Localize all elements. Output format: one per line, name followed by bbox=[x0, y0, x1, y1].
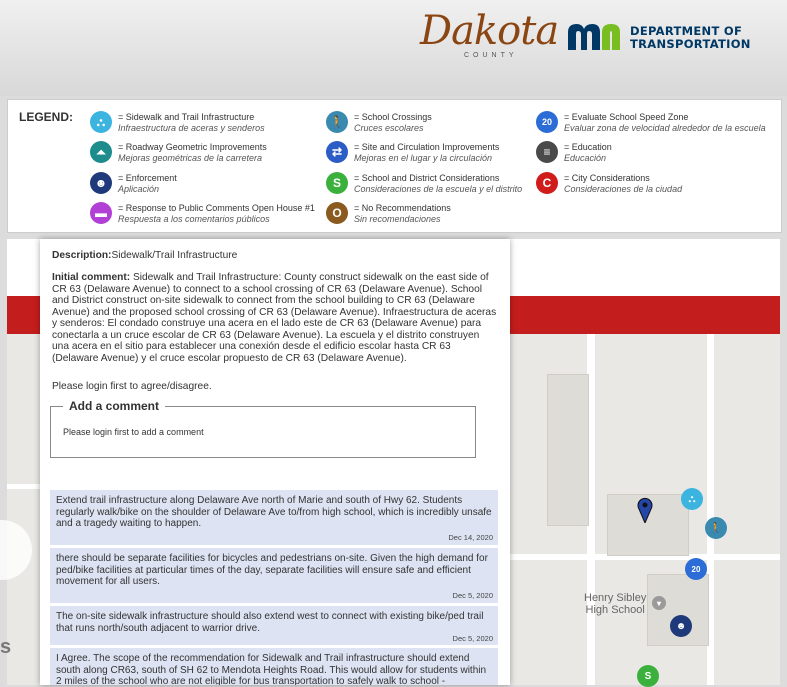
legend-label-en: = Sidewalk and Trail Infrastructure bbox=[118, 112, 255, 122]
dakota-county-logo: Dakota COUNTY bbox=[420, 8, 559, 59]
comment-date: Dec 14, 2020 bbox=[448, 533, 493, 542]
comment-date: Dec 5, 2020 bbox=[452, 591, 493, 600]
description-label: Description: bbox=[52, 250, 112, 261]
speed-20-icon: 20 bbox=[536, 111, 558, 133]
map-school-label: Henry Sibley High School bbox=[584, 592, 646, 616]
add-comment-title: Add a comment bbox=[63, 399, 166, 413]
legend-label-es: Respuesta a los comentarios públicos bbox=[118, 214, 270, 224]
legend-label-en: = Evaluate School Speed Zone bbox=[564, 112, 689, 122]
comment-item: Extend trail infrastructure along Delawa… bbox=[50, 490, 498, 545]
school-s-icon: S bbox=[326, 172, 348, 194]
legend-label-es: Consideraciones de la escuela y el distr… bbox=[354, 184, 523, 194]
mn-logo-icon bbox=[568, 24, 620, 50]
map-location-pin-icon[interactable] bbox=[637, 497, 653, 523]
legend-label-es: Mejoras geométricas de la carretera bbox=[118, 153, 263, 163]
add-comment-box: Add a comment Please login first to add … bbox=[50, 399, 476, 458]
sidewalk-trail-icon: ⛬ bbox=[90, 111, 112, 133]
mndot-line-2: TRANSPORTATION bbox=[630, 36, 751, 51]
header-bar: Dakota COUNTY DEPARTMENT OF TRANSPORTATI… bbox=[0, 0, 787, 96]
legend-label-en: = Site and Circulation Improvements bbox=[354, 142, 500, 152]
roadway-icon: ⏶ bbox=[90, 141, 112, 163]
comment-text: Extend trail infrastructure along Delawa… bbox=[56, 495, 492, 529]
legend-label-en: = Response to Public Comments Open House… bbox=[118, 203, 315, 213]
marker-sidewalk-trail-icon[interactable]: ⛬ bbox=[681, 488, 703, 510]
mndot-line-1: DEPARTMENT OF bbox=[630, 24, 743, 38]
legend-label-en: = City Considerations bbox=[564, 173, 650, 183]
map-edge-letter: s bbox=[0, 636, 12, 658]
legend-label-en: = Enforcement bbox=[118, 173, 177, 183]
map-building bbox=[547, 374, 589, 526]
comment-text: I Agree. The scope of the recommendation… bbox=[56, 653, 487, 685]
circulation-icon: ⇄ bbox=[326, 141, 348, 163]
comment-item: I Agree. The scope of the recommendation… bbox=[50, 648, 498, 685]
add-comment-login-text: Please login first to add a comment bbox=[63, 427, 204, 437]
police-icon: ☻ bbox=[90, 172, 112, 194]
mndot-logo: DEPARTMENT OF TRANSPORTATION bbox=[568, 24, 773, 52]
comment-item: The on-site sidewalk infrastructure shou… bbox=[50, 606, 498, 645]
legend-label-es: Educación bbox=[564, 153, 607, 163]
initial-comment-text: Sidewalk and Trail Infrastructure: Count… bbox=[52, 272, 497, 364]
legend-panel: LEGEND: ⛬ = Sidewalk and Trail Infrastru… bbox=[7, 99, 782, 233]
marker-speed-20-icon[interactable]: 20 bbox=[685, 558, 707, 580]
chat-bubble-icon: ▬ bbox=[90, 202, 112, 224]
dakota-logo-county: COUNTY bbox=[464, 52, 518, 59]
legend-label-es: Mejoras en el lugar y la circulación bbox=[354, 153, 493, 163]
mndot-dept-text: DEPARTMENT OF TRANSPORTATION bbox=[630, 25, 751, 50]
no-recommendation-icon: O bbox=[326, 202, 348, 224]
legend-label-es: Cruces escolares bbox=[354, 123, 424, 133]
legend-label-es: Aplicación bbox=[118, 184, 160, 194]
legend-label-en: = No Recommendations bbox=[354, 203, 451, 213]
legend-title: LEGEND: bbox=[19, 110, 73, 124]
map-school-label-line1: Henry Sibley bbox=[584, 592, 647, 604]
legend-label-en: = Education bbox=[564, 142, 612, 152]
dakota-logo-script: Dakota bbox=[420, 8, 559, 54]
popup-description: Description:Sidewalk/Trail Infrastructur… bbox=[52, 250, 498, 262]
education-book-icon: ≡ bbox=[536, 141, 558, 163]
comment-item: there should be separate facilities for … bbox=[50, 548, 498, 603]
popup-initial-comment: Initial comment: Sidewalk and Trail Infr… bbox=[52, 272, 498, 364]
legend-label-en: = Roadway Geometric Improvements bbox=[118, 142, 267, 152]
marker-pedestrian-icon[interactable]: 🚶 bbox=[705, 517, 727, 539]
login-agree-text: Please login first to agree/disagree. bbox=[52, 381, 212, 392]
school-place-icon: ▾ bbox=[652, 596, 666, 610]
legend-label-es: Sin recomendaciones bbox=[354, 214, 441, 224]
comment-popup: Description:Sidewalk/Trail Infrastructur… bbox=[40, 239, 510, 685]
city-c-icon: C bbox=[536, 172, 558, 194]
marker-school-s-icon[interactable]: S bbox=[637, 665, 659, 687]
comment-date: Dec 5, 2020 bbox=[452, 634, 493, 643]
initial-comment-label: Initial comment: bbox=[52, 272, 131, 283]
marker-police-icon[interactable]: ☻ bbox=[670, 615, 692, 637]
comment-text: there should be separate facilities for … bbox=[56, 553, 488, 587]
legend-label-en: = School and District Considerations bbox=[354, 173, 500, 183]
map-school-label-line2: High School bbox=[585, 604, 645, 616]
legend-label-es: Evaluar zona de velocidad alrededor de l… bbox=[564, 123, 766, 133]
legend-label-es: Consideraciones de la ciudad bbox=[564, 184, 683, 194]
comment-text: The on-site sidewalk infrastructure shou… bbox=[56, 611, 484, 634]
description-value: Sidewalk/Trail Infrastructure bbox=[111, 250, 238, 261]
pedestrian-icon: 🚶 bbox=[326, 111, 348, 133]
legend-label-en: = School Crossings bbox=[354, 112, 432, 122]
legend-label-es: Infraestructura de aceras y senderos bbox=[118, 123, 265, 133]
